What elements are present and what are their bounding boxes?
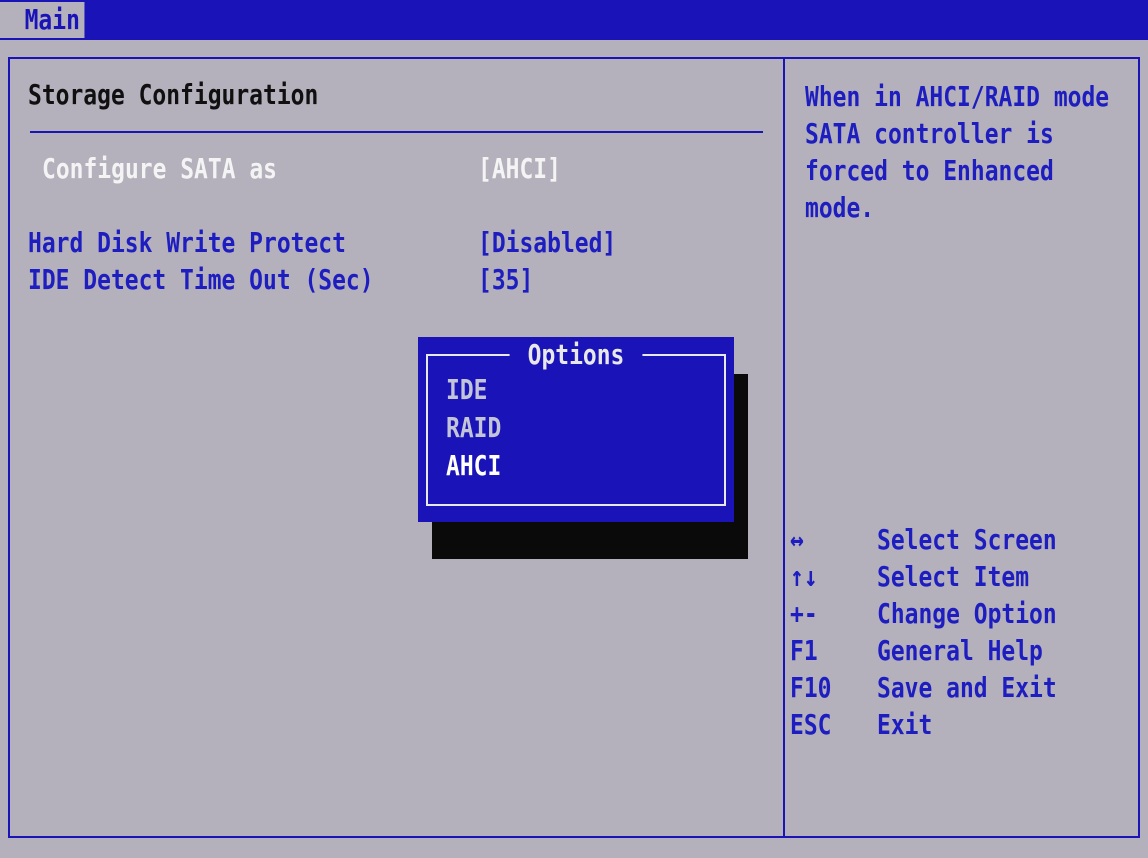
popup-option-ide[interactable]: IDE (446, 373, 487, 406)
popup-title: Options (418, 337, 734, 373)
esc-key: ESC (790, 708, 832, 741)
f1-key: F1 (790, 634, 818, 667)
key-description: Change Option (877, 597, 1057, 630)
vertical-divider (783, 57, 785, 838)
top-menu-bar: Main (0, 0, 1148, 40)
key-description: General Help (877, 634, 1043, 667)
help-text: When in AHCI/RAID mode SATA controller i… (805, 78, 1110, 226)
setting-write-protect-label[interactable]: Hard Disk Write Protect (28, 226, 346, 259)
popup-title-text: Options (509, 337, 643, 373)
help-line: SATA controller is (805, 117, 1054, 150)
setting-configure-sata-label[interactable]: Configure SATA as (42, 152, 277, 185)
popup-option-ahci[interactable]: AHCI (446, 449, 501, 482)
help-line: When in AHCI/RAID mode (805, 80, 1110, 113)
help-line: forced to Enhanced (805, 154, 1054, 187)
f10-key: F10 (790, 671, 832, 704)
up-down-arrow-icon: ↑↓ (790, 560, 818, 593)
setting-ide-timeout-label[interactable]: IDE Detect Time Out (Sec) (28, 263, 374, 296)
help-line: mode. (805, 191, 875, 224)
tab-main[interactable]: Main (0, 2, 85, 38)
section-divider (30, 131, 763, 133)
left-right-arrow-icon: ↔ (790, 523, 804, 556)
popup-option-raid[interactable]: RAID (446, 411, 501, 444)
section-title: Storage Configuration (28, 78, 319, 111)
key-description: Select Screen (877, 523, 1057, 556)
setting-configure-sata-value[interactable]: [AHCI] (478, 152, 561, 185)
key-description: Exit (877, 708, 933, 741)
key-description: Select Item (877, 560, 1030, 593)
setting-write-protect-value[interactable]: [Disabled] (478, 226, 616, 259)
plus-minus-key: +- (790, 597, 818, 630)
options-popup[interactable]: Options IDE RAID AHCI (418, 337, 734, 522)
setting-ide-timeout-value[interactable]: [35] (478, 263, 533, 296)
key-description: Save and Exit (877, 671, 1057, 704)
